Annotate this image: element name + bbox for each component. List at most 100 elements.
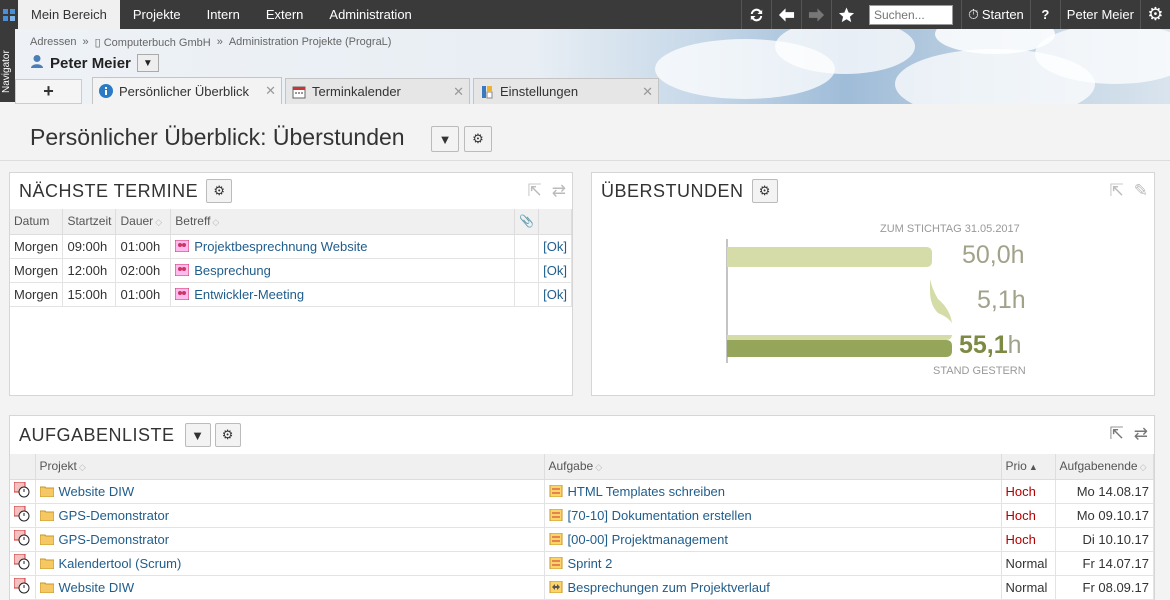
nav-projekte[interactable]: Projekte bbox=[120, 0, 194, 29]
value-base: 50,0h bbox=[962, 241, 1025, 269]
table-row[interactable]: Kalendertool (Scrum) Sprint 2 Normal Fr … bbox=[10, 551, 1154, 576]
aufgaben-table: Projekt ◇ Aufgabe ◇ Prio ▲ Aufgabenende ◇ We… bbox=[10, 454, 1154, 600]
table-row[interactable]: Morgen 15:00h 01:00h Entwickler-Meeting … bbox=[10, 282, 572, 307]
task-timer-icon[interactable] bbox=[10, 575, 36, 600]
nav-administration[interactable]: Administration bbox=[316, 0, 424, 29]
panel-gear-button[interactable]: ⚙ bbox=[751, 179, 778, 203]
breadcrumb-separator: » bbox=[82, 36, 89, 48]
project-link[interactable]: Website DIW bbox=[59, 484, 135, 499]
breadcrumb-item-administration[interactable]: Administration Projekte (PrograL) bbox=[229, 36, 392, 49]
task-link[interactable]: [70-10] Dokumentation erstellen bbox=[568, 508, 752, 523]
nav-extern[interactable]: Extern bbox=[253, 0, 317, 29]
page-gear-button[interactable]: ⚙ bbox=[464, 126, 492, 152]
column-header-startzeit[interactable]: Startzeit bbox=[62, 209, 117, 235]
refresh-icon[interactable]: ⇄ bbox=[552, 181, 566, 201]
tab-persoenlicher-ueberblick[interactable]: Persönlicher Überblick ✕ bbox=[92, 77, 282, 104]
column-header-aufgabenende[interactable]: Aufgabenende ◇ bbox=[1055, 454, 1154, 480]
table-row[interactable]: GPS-Demonstrator [00-00] Projektmanageme… bbox=[10, 527, 1154, 552]
user-dropdown-button[interactable]: ▼ bbox=[136, 54, 159, 72]
column-header-prio[interactable]: Prio ▲ bbox=[1001, 454, 1056, 480]
ok-link[interactable]: [Ok] bbox=[538, 282, 572, 307]
bar-additional-hours bbox=[727, 279, 952, 340]
panel-dropdown-button[interactable]: ▼ bbox=[184, 423, 211, 447]
task-timer-icon[interactable] bbox=[10, 479, 36, 504]
close-icon[interactable]: ✕ bbox=[265, 83, 276, 99]
value-total: 55,1h bbox=[959, 331, 1022, 359]
panel-tools: ⇱ ⇄ bbox=[528, 181, 567, 201]
cell-dauer: 02:00h bbox=[115, 258, 172, 283]
attachment-icon[interactable]: 📎 bbox=[514, 209, 540, 235]
appointment-link[interactable]: Besprechung bbox=[194, 263, 271, 278]
column-header-betreff[interactable]: Betreff ◇ bbox=[170, 209, 516, 235]
task-timer-icon[interactable] bbox=[10, 503, 36, 528]
cell-startzeit: 12:00h bbox=[62, 258, 117, 283]
export-icon[interactable]: ⇱ bbox=[1110, 424, 1124, 444]
task-link[interactable]: HTML Templates schreiben bbox=[568, 484, 726, 499]
breadcrumb-item-adressen[interactable]: Adressen bbox=[30, 36, 76, 49]
settings-gear-icon[interactable]: ⚙ bbox=[1140, 0, 1170, 29]
favorites-star-icon[interactable] bbox=[830, 0, 861, 29]
tab-terminkalender[interactable]: Terminkalender ✕ bbox=[285, 78, 470, 104]
forward-arrow-icon[interactable] bbox=[800, 0, 831, 29]
close-icon[interactable]: ✕ bbox=[453, 84, 464, 100]
ok-link[interactable]: [Ok] bbox=[538, 258, 572, 283]
export-icon[interactable]: ⇱ bbox=[1110, 181, 1124, 201]
help-button[interactable]: ? bbox=[1029, 0, 1060, 29]
page-dropdown-button[interactable]: ▼ bbox=[431, 126, 459, 152]
table-row[interactable]: Website DIW Besprechungen zum Projektver… bbox=[10, 575, 1154, 600]
table-row[interactable]: GPS-Demonstrator [70-10] Dokumentation e… bbox=[10, 503, 1154, 528]
cell-dauer: 01:00h bbox=[115, 282, 172, 307]
search-input[interactable] bbox=[868, 4, 953, 25]
table-row[interactable]: Morgen 09:00h 01:00h Projektbesprechnung… bbox=[10, 234, 572, 259]
nav-mein-bereich[interactable]: Mein Bereich bbox=[18, 0, 120, 29]
appointment-link[interactable]: Projektbesprechnung Website bbox=[194, 239, 367, 254]
task-link[interactable]: [00-00] Projektmanagement bbox=[568, 532, 728, 547]
panel-gear-button[interactable]: ⚙ bbox=[206, 179, 233, 203]
user-menu[interactable]: Peter Meier bbox=[1059, 0, 1140, 29]
column-header-datum[interactable]: Datum bbox=[10, 209, 64, 235]
sort-icon: ◇ bbox=[1139, 462, 1147, 473]
edit-pencil-icon[interactable]: ✎ bbox=[1134, 181, 1148, 201]
project-link[interactable]: Website DIW bbox=[59, 580, 135, 595]
column-header-projekt[interactable]: Projekt ◇ bbox=[35, 454, 545, 480]
app-grid-icon[interactable] bbox=[0, 0, 18, 29]
project-link[interactable]: Kalendertool (Scrum) bbox=[59, 556, 182, 571]
refresh-icon[interactable] bbox=[740, 0, 771, 29]
panel-title: ÜBERSTUNDEN bbox=[601, 180, 744, 201]
table-row[interactable]: Morgen 12:00h 02:00h Besprechung [Ok] bbox=[10, 258, 572, 283]
task-timer-icon[interactable] bbox=[10, 527, 36, 552]
task-link[interactable]: Besprechungen zum Projektverlauf bbox=[568, 580, 770, 595]
meeting-icon bbox=[174, 263, 190, 276]
navigator-tab[interactable]: Navigator bbox=[0, 29, 15, 102]
cell-projekt: GPS-Demonstrator bbox=[35, 527, 545, 552]
back-arrow-icon[interactable] bbox=[770, 0, 801, 29]
project-link[interactable]: GPS-Demonstrator bbox=[59, 508, 170, 523]
add-tab-button[interactable]: + bbox=[15, 79, 82, 104]
tab-einstellungen[interactable]: Einstellungen ✕ bbox=[473, 78, 659, 104]
gear-icon: ⚙ bbox=[213, 183, 226, 198]
project-link[interactable]: GPS-Demonstrator bbox=[59, 532, 170, 547]
panel-ueberstunden: ÜBERSTUNDEN ⚙ ⇱ ✎ ZUM STICHTAG 31.05.201… bbox=[591, 172, 1155, 396]
task-link[interactable]: Sprint 2 bbox=[568, 556, 613, 571]
appointment-link[interactable]: Entwickler-Meeting bbox=[194, 287, 304, 302]
info-icon bbox=[99, 84, 113, 98]
stopwatch-icon: ⏱ bbox=[967, 6, 979, 22]
table-row[interactable]: Website DIW HTML Templates schreiben Hoc… bbox=[10, 479, 1154, 504]
column-header-aufgabe[interactable]: Aufgabe ◇ bbox=[544, 454, 1002, 480]
column-header-dauer[interactable]: Dauer ◇ bbox=[115, 209, 172, 235]
cell-prio: Normal bbox=[1001, 551, 1056, 576]
breadcrumb-item-company[interactable]: ▯ Computerbuch GmbH bbox=[95, 36, 211, 49]
close-icon[interactable]: ✕ bbox=[642, 84, 653, 100]
start-timer-button[interactable]: ⏱ Starten bbox=[960, 0, 1030, 29]
user-name: Peter Meier bbox=[50, 54, 131, 72]
column-header-status bbox=[538, 209, 572, 235]
nav-intern[interactable]: Intern bbox=[194, 0, 253, 29]
bar-total-hours bbox=[727, 340, 952, 357]
ok-link[interactable]: [Ok] bbox=[538, 234, 572, 259]
export-icon[interactable]: ⇱ bbox=[528, 181, 542, 201]
refresh-icon[interactable]: ⇄ bbox=[1134, 424, 1148, 444]
task-timer-icon[interactable] bbox=[10, 551, 36, 576]
value-additional: 5,1h bbox=[977, 286, 1026, 314]
tab-label: Einstellungen bbox=[500, 84, 579, 99]
panel-gear-button[interactable]: ⚙ bbox=[214, 423, 241, 447]
